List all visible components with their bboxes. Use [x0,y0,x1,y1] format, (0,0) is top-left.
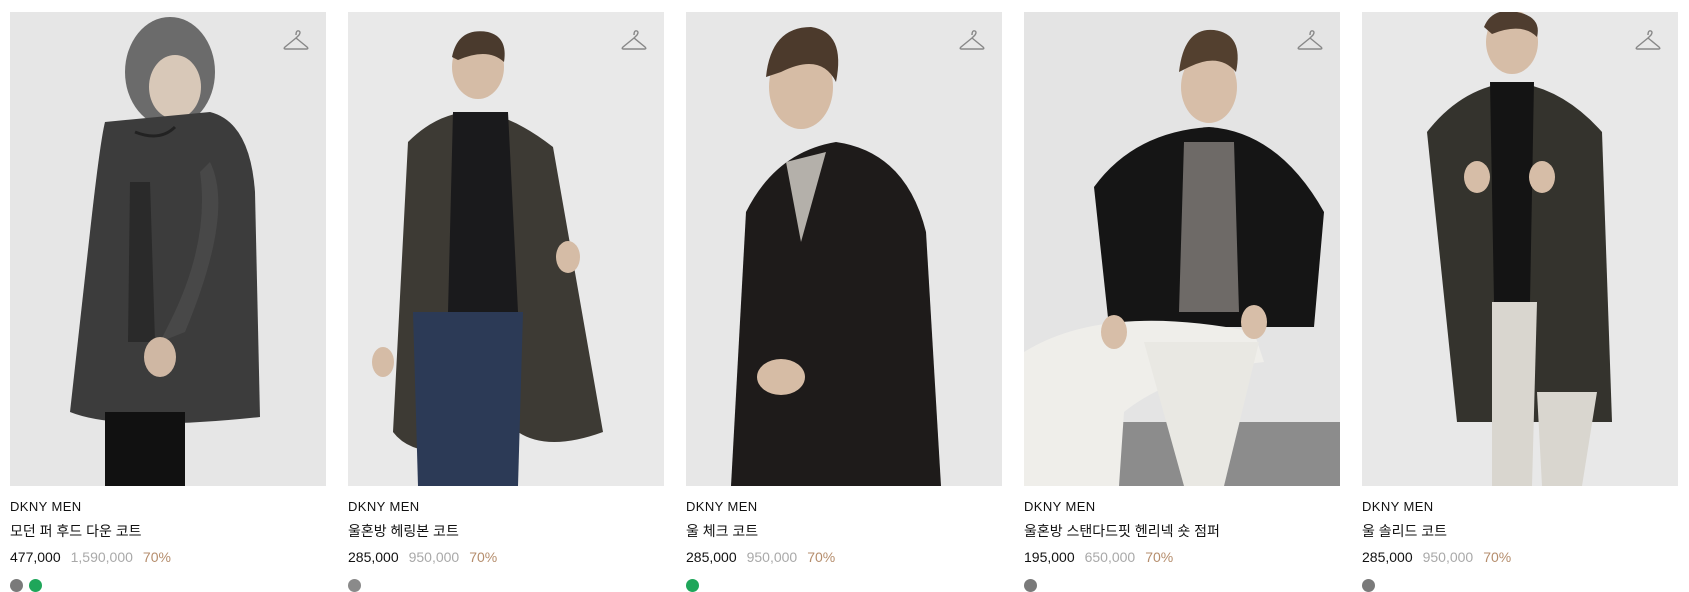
brand-name[interactable]: DKNY MEN [1024,499,1340,514]
color-swatch-gray[interactable] [10,579,23,592]
color-swatch-gray[interactable] [1362,579,1375,592]
product-name[interactable]: 울 체크 코트 [686,521,1002,541]
hanger-icon[interactable] [620,28,648,52]
price-row: 285,000 950,000 70% [1362,549,1678,565]
discount-rate: 70% [1145,549,1174,565]
model-photo [1024,12,1340,486]
product-card[interactable]: DKNY MEN 울혼방 헤링본 코트 285,000 950,000 70% [348,12,664,592]
original-price: 950,000 [1422,549,1474,565]
color-swatch-gray[interactable] [1024,579,1037,592]
discount-rate: 70% [1483,549,1512,565]
original-price: 950,000 [746,549,798,565]
price-row: 285,000 950,000 70% [348,549,664,565]
model-photo [10,12,326,486]
brand-name[interactable]: DKNY MEN [348,499,664,514]
color-swatch-green[interactable] [686,579,699,592]
brand-name[interactable]: DKNY MEN [10,499,326,514]
product-card[interactable]: DKNY MEN 모던 퍼 후드 다운 코트 477,000 1,590,000… [10,12,326,592]
brand-name[interactable]: DKNY MEN [1362,499,1678,514]
model-photo [348,12,664,486]
discount-rate: 70% [469,549,498,565]
product-card[interactable]: DKNY MEN 울 솔리드 코트 285,000 950,000 70% [1362,12,1678,592]
product-name[interactable]: 모던 퍼 후드 다운 코트 [10,521,326,541]
hanger-icon[interactable] [1296,28,1324,52]
product-image[interactable] [348,12,664,486]
sale-price: 477,000 [10,549,61,565]
product-name[interactable]: 울 솔리드 코트 [1362,521,1678,541]
color-swatches [348,579,664,592]
sale-price: 285,000 [348,549,399,565]
original-price: 950,000 [408,549,460,565]
original-price: 1,590,000 [70,549,133,565]
price-row: 477,000 1,590,000 70% [10,549,326,565]
product-name[interactable]: 울혼방 스탠다드핏 헨리넥 숏 점퍼 [1024,521,1340,541]
brand-name[interactable]: DKNY MEN [686,499,1002,514]
color-swatches [1024,579,1340,592]
sale-price: 285,000 [1362,549,1413,565]
hanger-icon[interactable] [1634,28,1662,52]
product-image[interactable] [686,12,1002,486]
product-image[interactable] [1362,12,1678,486]
sale-price: 285,000 [686,549,737,565]
hanger-icon[interactable] [958,28,986,52]
sale-price: 195,000 [1024,549,1075,565]
color-swatches [1362,579,1678,592]
discount-rate: 70% [807,549,836,565]
hanger-icon[interactable] [282,28,310,52]
product-card[interactable]: DKNY MEN 울 체크 코트 285,000 950,000 70% [686,12,1002,592]
model-photo [1362,12,1678,486]
color-swatches [10,579,326,592]
product-card[interactable]: DKNY MEN 울혼방 스탠다드핏 헨리넥 숏 점퍼 195,000 650,… [1024,12,1340,592]
color-swatch-green[interactable] [29,579,42,592]
product-name[interactable]: 울혼방 헤링본 코트 [348,521,664,541]
discount-rate: 70% [142,549,171,565]
color-swatches [686,579,1002,592]
color-swatch-gray[interactable] [348,579,361,592]
original-price: 650,000 [1084,549,1136,565]
price-row: 285,000 950,000 70% [686,549,1002,565]
product-image[interactable] [1024,12,1340,486]
model-photo [686,12,1002,486]
product-image[interactable] [10,12,326,486]
product-grid: DKNY MEN 모던 퍼 후드 다운 코트 477,000 1,590,000… [10,12,1680,592]
price-row: 195,000 650,000 70% [1024,549,1340,565]
